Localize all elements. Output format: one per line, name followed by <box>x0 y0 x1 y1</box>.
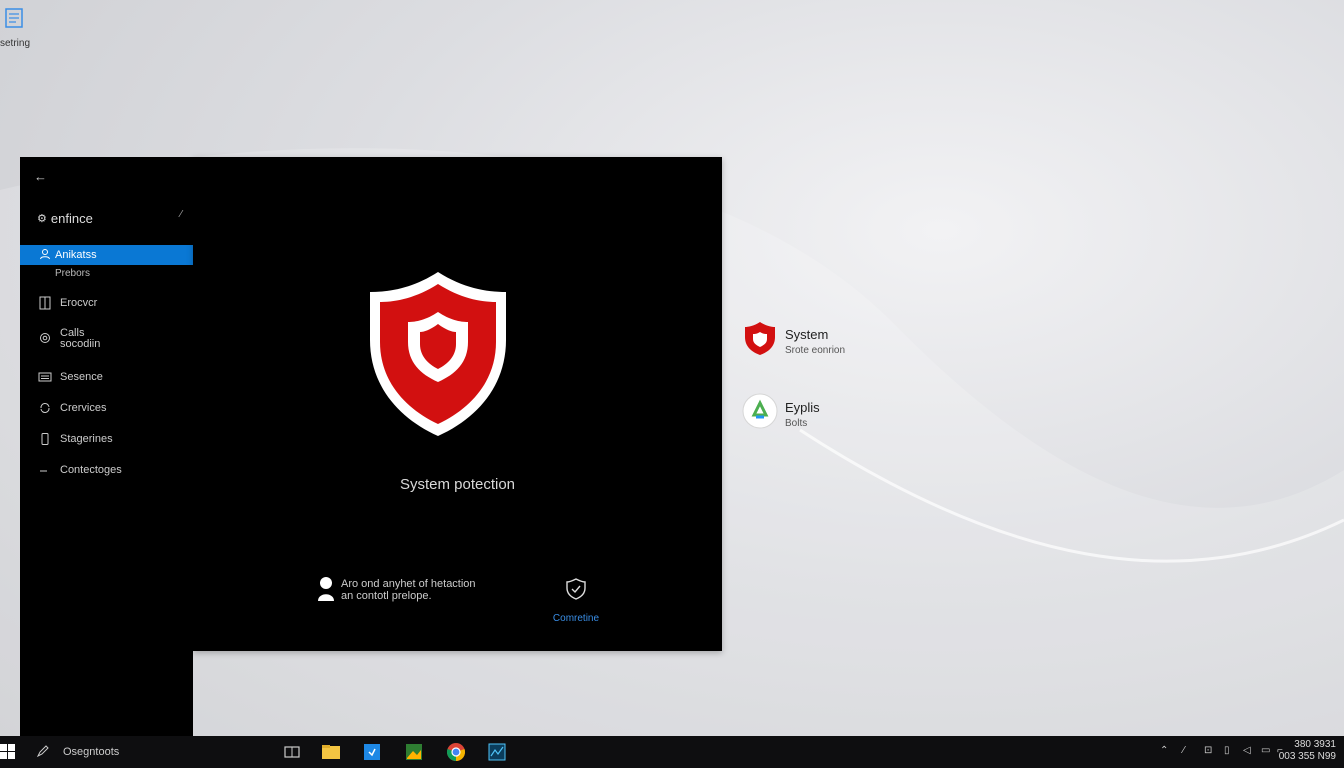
right-item-sub: Srote eonrion <box>785 345 846 356</box>
sidebar-item-label: Erocvcr <box>60 297 98 309</box>
monitor-app-icon[interactable] <box>487 742 507 762</box>
sidebar-item-label: Stagerines <box>60 433 113 445</box>
notice-text: Aro ond anyhet of hetaction an contotl p… <box>341 578 476 602</box>
right-item-sub: Bolts <box>785 418 808 429</box>
account-icon <box>40 249 50 260</box>
sidebar-item-label: Sesence <box>60 371 103 383</box>
back-button[interactable]: ← <box>34 169 50 185</box>
sidebar-item-label: Crervices <box>60 402 107 414</box>
file-explorer-icon[interactable] <box>321 742 341 762</box>
notice-line-2: an contotl prelope. <box>341 590 432 602</box>
volume-icon[interactable]: ◁ <box>1243 745 1251 756</box>
notification-icon[interactable]: ▭ <box>1261 745 1270 756</box>
page-title: System potection <box>399 476 516 493</box>
windows-start-icon[interactable] <box>0 744 16 760</box>
desktop-shortcut-label: setring <box>0 38 31 49</box>
notice-line-1: Aro ond anyhet of hetaction <box>341 578 476 590</box>
sidebar-item-label: Contectoges <box>60 464 122 476</box>
pen-tray-icon[interactable]: ⁄ <box>1183 745 1185 756</box>
photos-icon[interactable] <box>404 742 424 762</box>
pin-icon: ⁄ <box>180 209 182 220</box>
dash-icon <box>40 470 47 472</box>
right-item-title: System <box>785 327 829 342</box>
chrome-icon[interactable] <box>446 742 466 762</box>
shield-check-icon <box>566 578 586 600</box>
sidebar-item-active[interactable]: Anikatss <box>20 245 193 265</box>
network-icon[interactable]: ⊡ <box>1204 745 1212 756</box>
store-icon[interactable] <box>362 742 382 762</box>
shield-icon <box>370 272 506 436</box>
device-icon <box>39 296 51 310</box>
settings-shortcut-icon <box>5 8 23 28</box>
battery-icon[interactable]: ▯ <box>1224 745 1230 756</box>
sync-icon <box>40 403 50 413</box>
search-pen-icon <box>36 745 49 758</box>
taskbar-search-text: Osegntoots <box>63 746 120 758</box>
sidebar-item-label-2: socodiin <box>60 338 101 350</box>
keyboard-icon <box>38 372 52 382</box>
sidebar-home[interactable]: ⚙ enfince ⁄ <box>37 209 182 227</box>
task-view-icon[interactable] <box>282 742 302 762</box>
sidebar-item-active-sub: Prebors <box>55 268 91 279</box>
sidebar-item-active-label: Anikatss <box>55 249 97 261</box>
clock-time: 380 3931 <box>1294 739 1336 750</box>
sidebar-home-label: enfince <box>50 210 93 226</box>
home-gear-icon: ⚙ <box>37 212 47 225</box>
clock-date: 003 355 N99 <box>1278 751 1336 762</box>
sidebar: ← ⚙ enfince ⁄ Anikatss Prebors Erocvcr C… <box>20 157 193 736</box>
taskbar-search[interactable]: Osegntoots <box>36 744 276 760</box>
taskbar: Osegntoots ⌃ ⁄ ⊡ ▯ ◁ ▭ ⌐ 380 3931 003 35… <box>0 736 1344 768</box>
right-item-system[interactable]: System Srote eonrion <box>742 320 902 360</box>
continue-link[interactable]: Comretine <box>533 613 619 624</box>
right-item-title: Eyplis <box>785 400 820 415</box>
chevron-up-icon[interactable]: ⌃ <box>1160 745 1168 756</box>
settings-window: ← ⚙ enfince ⁄ Anikatss Prebors Erocvcr C… <box>20 157 722 736</box>
recycle-icon <box>742 393 778 429</box>
person-icon <box>318 577 334 601</box>
shield-icon <box>745 322 775 355</box>
gear-icon <box>40 333 50 343</box>
content-pane: System potection Aro ond anyhet of hetac… <box>193 157 722 651</box>
system-clock[interactable]: 380 3931 003 355 N99 <box>1276 739 1336 763</box>
phone-icon <box>41 433 49 445</box>
right-item-eyplis[interactable]: Eyplis Bolts <box>742 393 902 433</box>
